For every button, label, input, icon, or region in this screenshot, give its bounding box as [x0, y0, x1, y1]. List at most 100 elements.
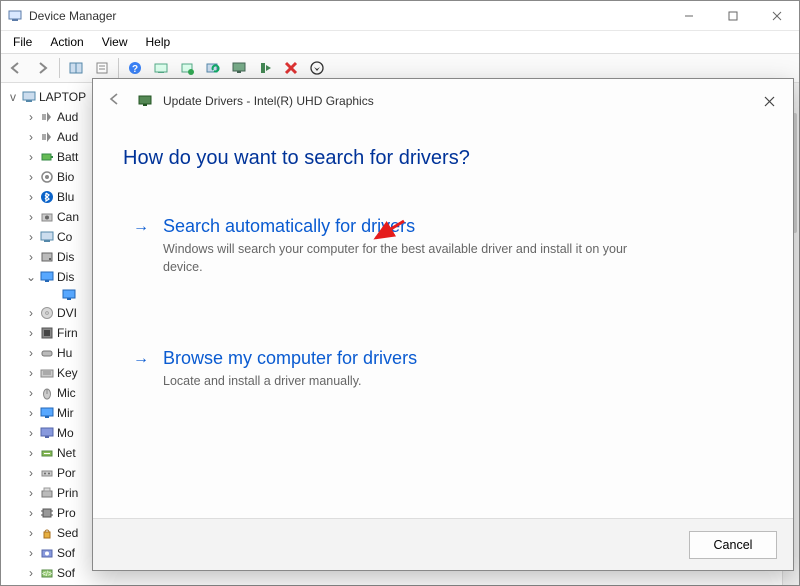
- dialog-title: Update Drivers - Intel(R) UHD Graphics: [163, 94, 374, 108]
- expand-icon[interactable]: ›: [25, 363, 37, 383]
- dvd-icon: [39, 305, 55, 321]
- tree-node[interactable]: › Sou: [25, 583, 776, 585]
- option-description: Windows will search your computer for th…: [163, 241, 633, 276]
- maximize-button[interactable]: [711, 1, 755, 31]
- expand-icon[interactable]: ›: [25, 483, 37, 503]
- node-label: Prin: [57, 483, 78, 503]
- display-icon: [61, 287, 77, 303]
- expand-icon[interactable]: ›: [25, 383, 37, 403]
- dialog-footer: Cancel: [93, 518, 793, 570]
- menu-view[interactable]: View: [94, 33, 136, 51]
- network-icon: [39, 445, 55, 461]
- security-icon: [39, 525, 55, 541]
- expand-icon[interactable]: ›: [25, 207, 37, 227]
- option-browse-computer[interactable]: → Browse my computer for drivers Locate …: [123, 342, 683, 397]
- node-label: Firn: [57, 323, 78, 343]
- node-label: Dis: [57, 247, 74, 267]
- expand-icon[interactable]: ›: [25, 463, 37, 483]
- expand-icon[interactable]: ›: [25, 127, 37, 147]
- cancel-button[interactable]: Cancel: [689, 531, 777, 559]
- collapse-icon[interactable]: v: [7, 87, 19, 107]
- expand-icon[interactable]: ›: [25, 343, 37, 363]
- software-dev-icon: </>: [39, 565, 55, 581]
- arrow-right-icon: →: [133, 350, 149, 391]
- svg-text:?: ?: [132, 64, 138, 75]
- collapse-icon[interactable]: ⌄: [25, 267, 37, 287]
- expand-icon[interactable]: ›: [25, 147, 37, 167]
- close-button[interactable]: [755, 1, 799, 31]
- firmware-icon: [39, 325, 55, 341]
- node-label: Sof: [57, 543, 75, 563]
- computer-icon: [39, 229, 55, 245]
- menu-help[interactable]: Help: [138, 33, 179, 51]
- expand-icon[interactable]: ›: [25, 247, 37, 267]
- node-label: Co: [57, 227, 72, 247]
- processor-icon: [39, 505, 55, 521]
- monitor-icon[interactable]: [227, 56, 251, 80]
- battery-icon: [39, 149, 55, 165]
- biometric-icon: [39, 169, 55, 185]
- update-icon[interactable]: [175, 56, 199, 80]
- dialog-back-button[interactable]: [103, 88, 127, 115]
- delete-icon[interactable]: [279, 56, 303, 80]
- node-label: Pro: [57, 503, 76, 523]
- menu-action[interactable]: Action: [42, 33, 91, 51]
- node-label: Mic: [57, 383, 76, 403]
- expand-icon[interactable]: ›: [25, 443, 37, 463]
- node-label: Mo: [57, 423, 74, 443]
- node-label: Aud: [57, 127, 78, 147]
- node-label: Key: [57, 363, 78, 383]
- option-search-automatically[interactable]: → Search automatically for drivers Windo…: [123, 210, 683, 282]
- arrow-right-icon: →: [133, 218, 149, 276]
- option-title: Browse my computer for drivers: [163, 348, 417, 369]
- node-label: Sed: [57, 523, 78, 543]
- expand-icon[interactable]: ›: [25, 187, 37, 207]
- software-comp-icon: [39, 545, 55, 561]
- expand-icon[interactable]: ›: [25, 403, 37, 423]
- expand-icon[interactable]: ›: [25, 107, 37, 127]
- menubar: File Action View Help: [1, 31, 799, 53]
- show-hidden-icon[interactable]: [64, 56, 88, 80]
- expand-icon[interactable]: ›: [25, 583, 37, 585]
- expand-icon[interactable]: ›: [25, 503, 37, 523]
- svg-text:</>: </>: [42, 571, 52, 578]
- node-label: Por: [57, 463, 76, 483]
- expand-icon[interactable]: ›: [25, 543, 37, 563]
- expand-icon[interactable]: ›: [25, 423, 37, 443]
- expand-icon[interactable]: ›: [25, 523, 37, 543]
- node-label: Dis: [57, 267, 74, 287]
- monitor-icon: [137, 93, 153, 109]
- scan-icon[interactable]: [201, 56, 225, 80]
- camera-icon: [39, 209, 55, 225]
- node-label: Sou: [57, 583, 78, 585]
- node-label: Batt: [57, 147, 78, 167]
- dialog-titlebar: Update Drivers - Intel(R) UHD Graphics: [93, 79, 793, 123]
- menu-file[interactable]: File: [5, 33, 40, 51]
- port-icon: [39, 465, 55, 481]
- forward-icon[interactable]: [31, 56, 55, 80]
- disk-icon: [39, 249, 55, 265]
- node-label: Can: [57, 207, 79, 227]
- dialog-heading: How do you want to search for drivers?: [123, 147, 763, 170]
- expand-icon[interactable]: ›: [25, 303, 37, 323]
- bluetooth-icon: [39, 189, 55, 205]
- expand-icon[interactable]: ›: [25, 323, 37, 343]
- help-icon[interactable]: ?: [123, 56, 147, 80]
- back-icon[interactable]: [5, 56, 29, 80]
- expand-icon[interactable]: ›: [25, 167, 37, 187]
- remove-icon[interactable]: [253, 56, 277, 80]
- computer-icon: [21, 89, 37, 105]
- update-driver-dialog: Update Drivers - Intel(R) UHD Graphics H…: [92, 78, 794, 571]
- node-label: Bio: [57, 167, 74, 187]
- dialog-close-button[interactable]: [751, 86, 787, 116]
- node-label: Sof: [57, 563, 75, 583]
- minimize-button[interactable]: [667, 1, 711, 31]
- view-devices-icon[interactable]: [149, 56, 173, 80]
- more-icon[interactable]: [305, 56, 329, 80]
- sound-icon: [39, 129, 55, 145]
- option-title: Search automatically for drivers: [163, 216, 633, 237]
- expand-icon[interactable]: ›: [25, 227, 37, 247]
- expand-icon[interactable]: ›: [25, 563, 37, 583]
- properties-icon[interactable]: [90, 56, 114, 80]
- window-title: Device Manager: [29, 9, 116, 23]
